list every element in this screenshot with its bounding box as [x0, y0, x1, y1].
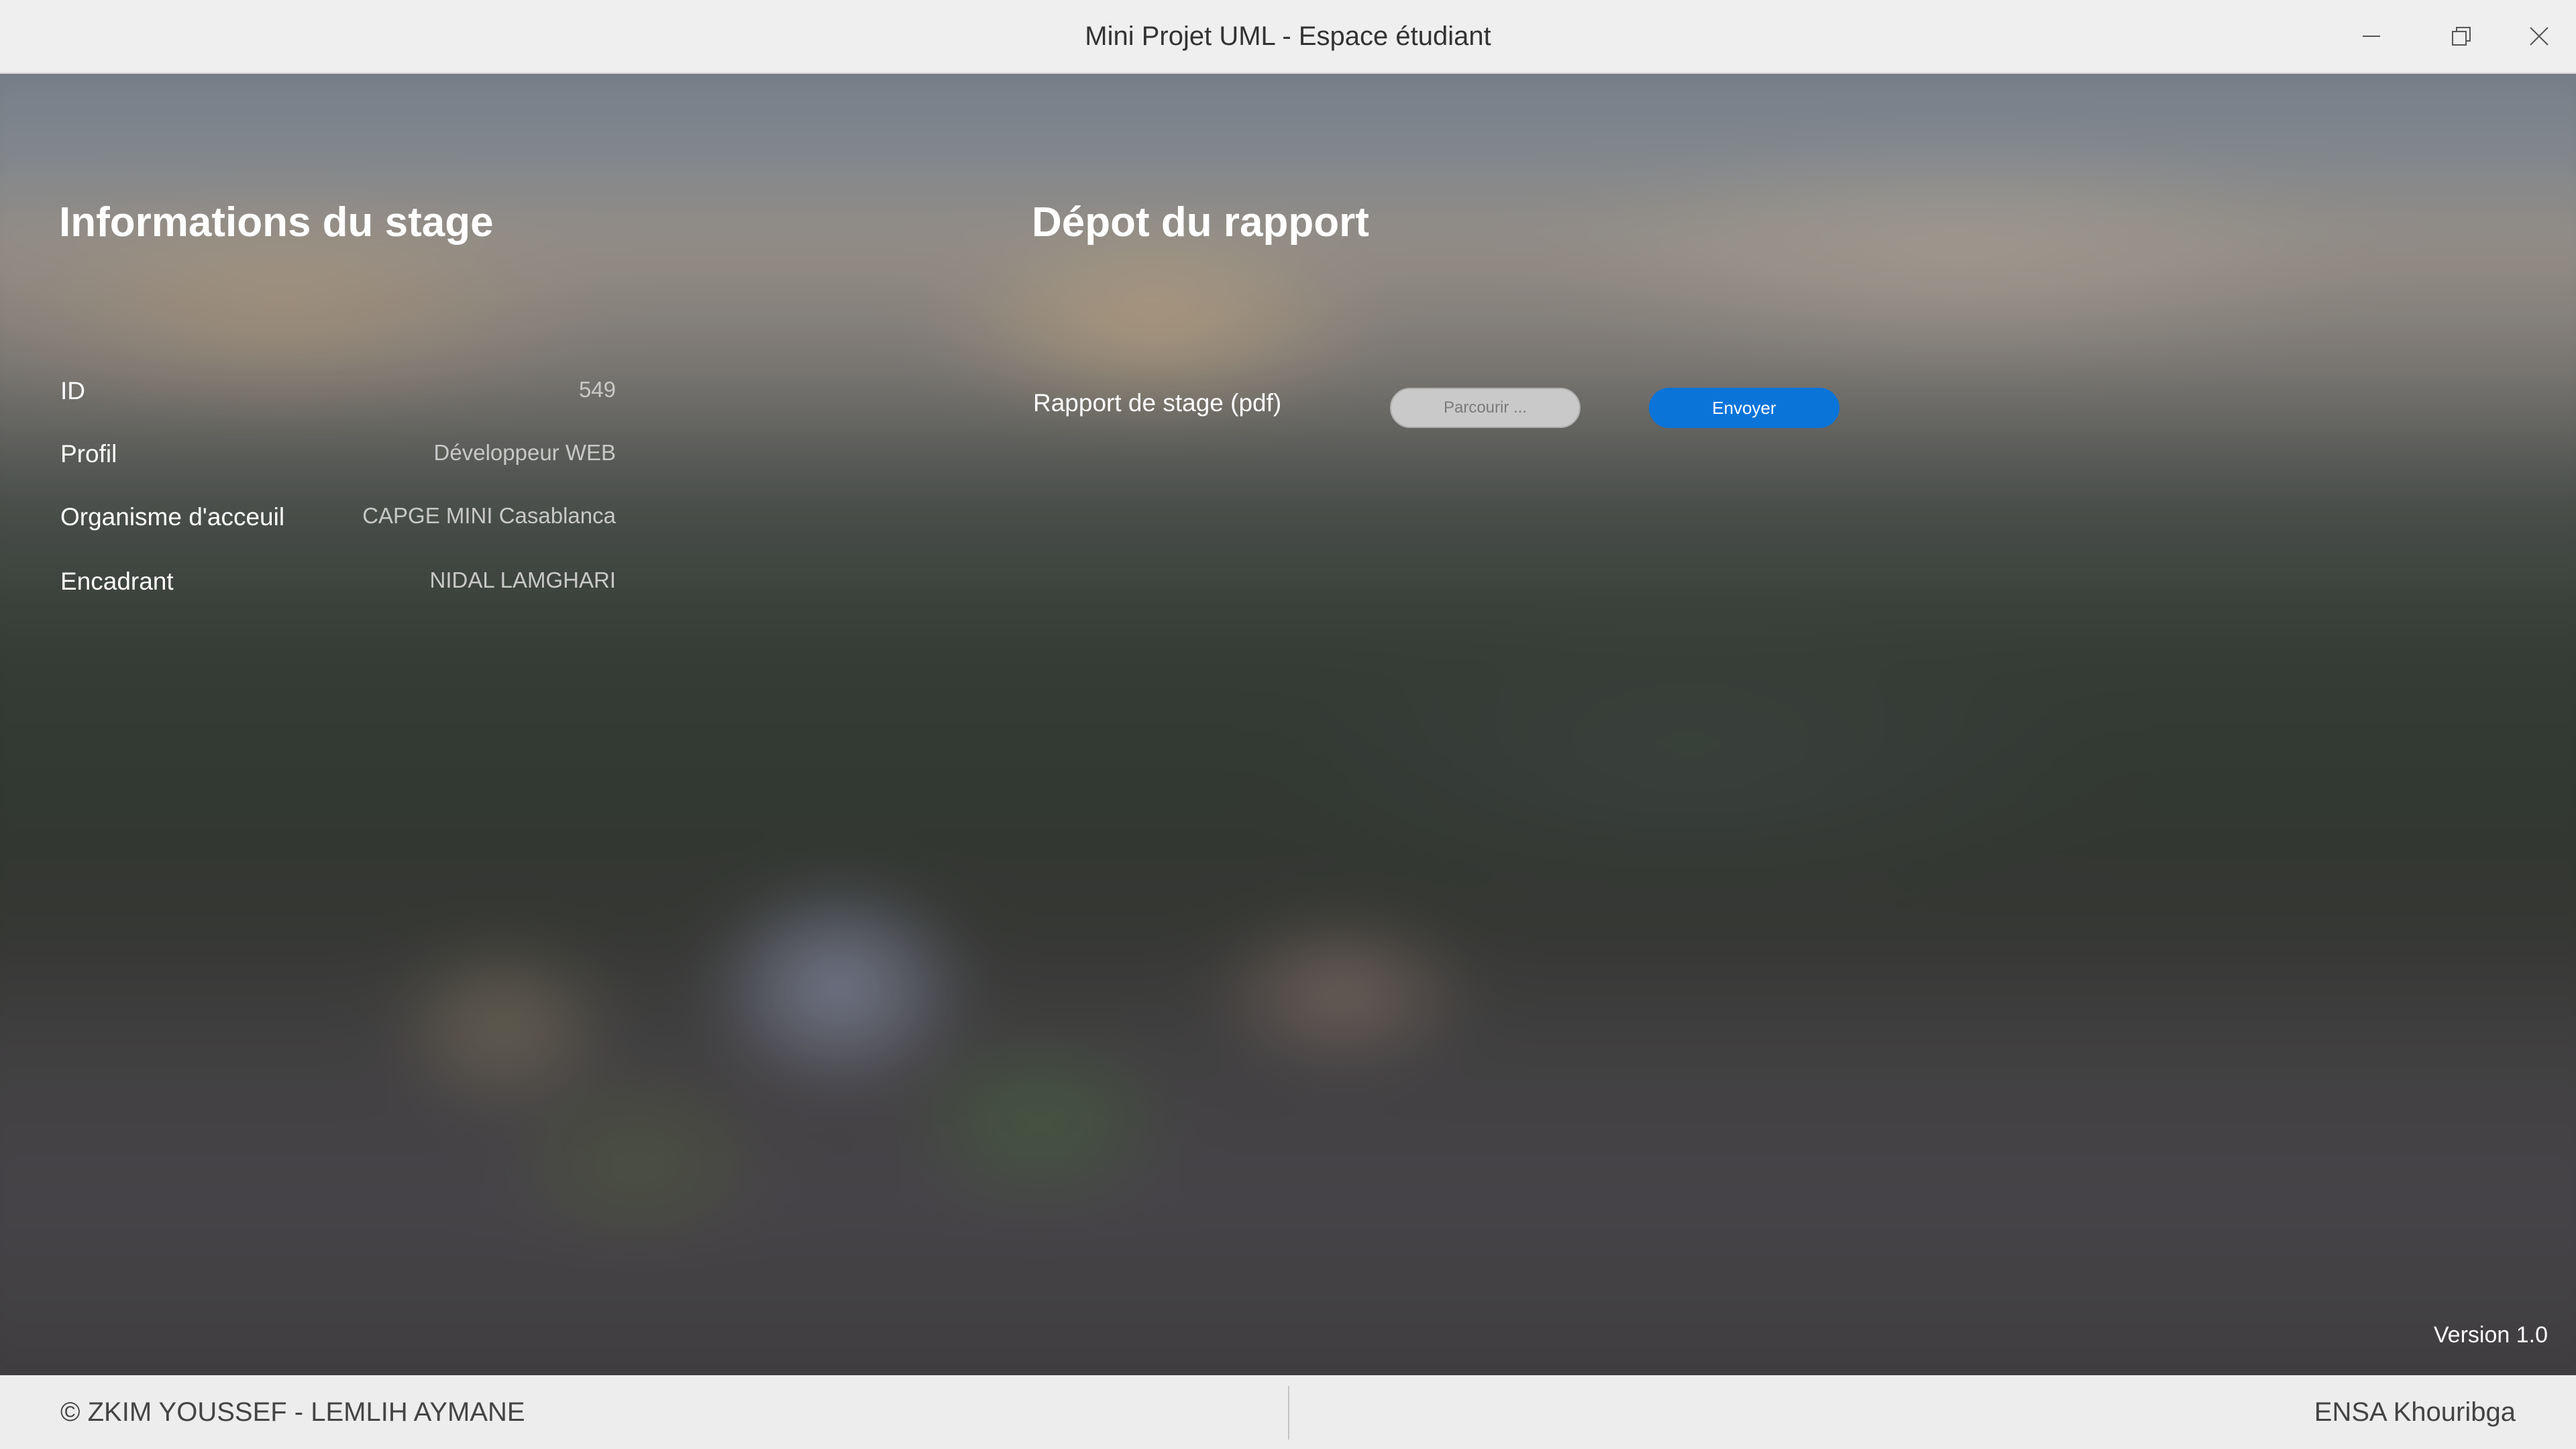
- background-overlay: [0, 74, 2576, 1375]
- restore-icon: [2452, 27, 2471, 46]
- footer-credits: © ZKIM YOUSSEF - LEMLIH AYMANE: [60, 1397, 525, 1427]
- window-title: Mini Projet UML - Espace étudiant: [1085, 21, 1491, 51]
- internship-info-heading: Informations du stage: [59, 199, 494, 246]
- minimize-icon: [2363, 36, 2380, 37]
- report-file-label: Rapport de stage (pdf): [1033, 389, 1282, 417]
- main-content: Informations du stage ID 549 Profil Déve…: [0, 74, 2576, 1375]
- footer: © ZKIM YOUSSEF - LEMLIH AYMANE ENSA Khou…: [0, 1375, 2576, 1449]
- field-label-organisme: Organisme d'acceuil: [60, 503, 285, 531]
- send-button[interactable]: Envoyer: [1649, 388, 1839, 428]
- report-upload-heading: Dépot du rapport: [1032, 199, 1369, 246]
- field-label-id: ID: [60, 377, 85, 405]
- field-label-encadrant: Encadrant: [60, 568, 174, 595]
- restore-button[interactable]: [2418, 0, 2505, 72]
- field-value-organisme: CAPGE MINI Casablanca: [362, 503, 616, 528]
- browse-button[interactable]: Parcourir ...: [1390, 388, 1580, 428]
- field-value-encadrant: NIDAL LAMGHARI: [429, 568, 616, 592]
- version-label: Version 1.0: [2433, 1322, 2548, 1348]
- field-value-profil: Développeur WEB: [433, 440, 616, 465]
- close-button[interactable]: [2496, 0, 2576, 72]
- minimize-button[interactable]: [2328, 0, 2415, 72]
- field-label-profil: Profil: [60, 440, 117, 468]
- field-value-id: 549: [578, 377, 616, 402]
- footer-divider: [1288, 1386, 1289, 1440]
- title-bar[interactable]: Mini Projet UML - Espace étudiant: [0, 0, 2576, 74]
- footer-school: ENSA Khouribga: [2314, 1397, 2516, 1427]
- close-icon: [2530, 27, 2548, 46]
- app-window: Mini Projet UML - Espace étudiant Inform…: [0, 0, 2576, 1449]
